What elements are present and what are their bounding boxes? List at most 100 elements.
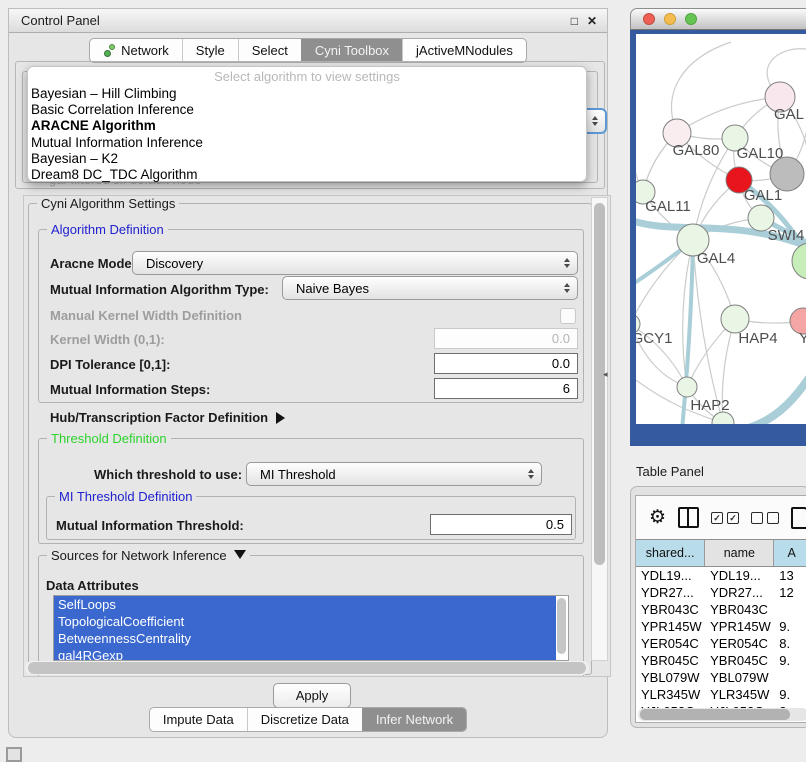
kernel-width-field[interactable]: 0.0 — [434, 328, 578, 349]
scrollbar-thumb[interactable] — [640, 709, 790, 720]
attribute-item[interactable]: SelfLoops — [54, 596, 556, 613]
close-icon[interactable]: ✕ — [587, 14, 597, 28]
table-row[interactable]: YBL079WYBL079W — [636, 669, 806, 686]
which-threshold-label: Which threshold to use: — [94, 467, 242, 482]
table-toolbar: ⚙ ✓✓ — [636, 496, 806, 539]
network-canvas[interactable]: GALGAL80GAL10GAL1GAL11SWI4GAL4GCY1HAP4YH… — [636, 34, 806, 424]
tab-jactivemnodules[interactable]: jActiveMNodules — [402, 39, 526, 62]
network-window-frame: GALGAL80GAL10GAL1GAL11SWI4GAL4GCY1HAP4YH… — [630, 30, 806, 446]
zoom-traffic-light[interactable] — [685, 13, 697, 25]
table-row[interactable]: YBR045CYBR045C9. — [636, 652, 806, 669]
minimize-traffic-light[interactable] — [664, 13, 676, 25]
dropdown-item[interactable]: ARACNE Algorithm — [28, 118, 586, 134]
dpi-tolerance-field[interactable]: 0.0 — [434, 353, 578, 374]
mi-steps-field[interactable]: 6 — [434, 378, 578, 399]
table-cell: 13 — [774, 567, 806, 584]
mi-threshold-title: MI Threshold Definition — [55, 489, 196, 504]
table-cell: YBL079W — [636, 669, 705, 686]
sources-title[interactable]: Sources for Network Inference — [47, 548, 250, 563]
tab-network[interactable]: Network — [90, 39, 182, 62]
aracne-mode-combo[interactable]: Discovery — [132, 251, 578, 275]
cyni-settings-title: Cyni Algorithm Settings — [37, 196, 179, 211]
scrollbar-thumb[interactable] — [28, 662, 586, 674]
table-cell: 8. — [774, 635, 806, 652]
tab-cyni-toolbox[interactable]: Cyni Toolbox — [301, 39, 402, 62]
mi-type-label: Mutual Information Algorithm Type: — [50, 282, 269, 297]
table-row[interactable]: YDR27...YDR27...12 — [636, 584, 806, 601]
table-cell: 9. — [774, 686, 806, 703]
apply-button[interactable]: Apply — [273, 683, 351, 708]
table-cell: YBR045C — [705, 652, 774, 669]
manual-kernel-checkbox[interactable] — [560, 308, 576, 324]
table-cell — [774, 601, 806, 618]
column-header[interactable]: A — [774, 540, 806, 566]
mi-type-combo[interactable]: Naive Bayes — [282, 276, 578, 300]
algorithm-dropdown: Select algorithm to view settings Bayesi… — [27, 66, 587, 182]
node-unnamed[interactable] — [792, 243, 806, 279]
tab-infer-network[interactable]: Infer Network — [362, 708, 466, 731]
table-row[interactable]: YER054CYER054C8. — [636, 635, 806, 652]
table-cell: YPR145W — [705, 618, 774, 635]
node-HAP4[interactable] — [721, 305, 749, 333]
which-threshold-combo[interactable]: MI Threshold — [246, 462, 542, 486]
table-panel: ⚙ ✓✓ shared...nameA YDL19...YDL19...13YD… — [630, 486, 806, 728]
table-cell: 12 — [774, 584, 806, 601]
tab-discretize-data[interactable]: Discretize Data — [247, 708, 362, 731]
float-icon[interactable]: □ — [571, 14, 578, 28]
bottom-tabs: Impute DataDiscretize Data Infer Network — [149, 707, 467, 732]
select-all-columns-icon[interactable]: ✓✓ — [711, 512, 739, 524]
table-row[interactable]: YPR145WYPR145W9. — [636, 618, 806, 635]
table-row[interactable]: YBR043CYBR043C — [636, 601, 806, 618]
tab-style[interactable]: Style — [182, 39, 238, 62]
split-pane-arrow-icon[interactable]: ◂ — [603, 369, 608, 380]
deselect-all-columns-icon[interactable] — [751, 512, 779, 524]
dropdown-item[interactable]: Bayesian – K2 — [28, 151, 586, 167]
node-HAP2[interactable] — [677, 377, 697, 397]
dropdown-item[interactable]: Mutual Information Inference — [28, 135, 586, 151]
table-row[interactable]: YLR345WYLR345W9. — [636, 686, 806, 703]
app-screen: Control Panel □ ✕ NetworkStyleSelectCyni… — [0, 0, 806, 762]
network-window-titlebar[interactable] — [630, 8, 806, 30]
settings-horizontal-scrollbar[interactable] — [25, 661, 589, 675]
algorithm-dropdown-list: Bayesian – Hill ClimbingBasic Correlatio… — [28, 86, 586, 183]
threshold-definition-title: Threshold Definition — [47, 431, 171, 446]
dropdown-item[interactable]: Basic Correlation Inference — [28, 102, 586, 118]
gear-icon[interactable]: ⚙ — [649, 508, 666, 527]
which-threshold-value: MI Threshold — [260, 467, 336, 482]
tab-select[interactable]: Select — [238, 39, 301, 62]
node-label: GAL80 — [673, 142, 720, 159]
table-cell: YDR27... — [636, 584, 705, 601]
column-header[interactable]: name — [705, 540, 774, 566]
table-horizontal-scrollbar[interactable] — [638, 708, 806, 721]
graph-edge — [732, 370, 806, 424]
dropdown-item[interactable]: Dream8 DC_TDC Algorithm — [28, 167, 586, 183]
node-label: GCY1 — [636, 330, 672, 347]
network-graph[interactable]: GALGAL80GAL10GAL1GAL11SWI4GAL4GCY1HAP4YH… — [636, 34, 806, 424]
tab-impute-data[interactable]: Impute Data — [150, 708, 247, 731]
settings-vertical-scrollbar[interactable] — [591, 197, 608, 661]
mi-threshold-label: Mutual Information Threshold: — [56, 518, 244, 533]
minimized-panel-icon[interactable] — [6, 747, 22, 762]
attr-list-scrollbar[interactable] — [557, 598, 566, 654]
table-cell: YBR043C — [636, 601, 705, 618]
close-traffic-light[interactable] — [643, 13, 655, 25]
columns-icon[interactable] — [678, 507, 699, 528]
graph-edge — [693, 240, 723, 423]
scrollbar-thumb[interactable] — [594, 203, 605, 565]
manual-kernel-label: Manual Kernel Width Definition — [50, 308, 242, 323]
node-unnamed[interactable] — [770, 157, 804, 191]
kernel-width-label: Kernel Width (0,1): — [50, 332, 165, 347]
hub-definition-toggle[interactable]: Hub/Transcription Factor Definition — [50, 410, 285, 425]
column-header[interactable]: shared... — [636, 540, 705, 566]
attribute-item[interactable]: TopologicalCoefficient — [54, 613, 556, 630]
export-table-icon[interactable] — [791, 507, 806, 529]
tab-label: Infer Network — [376, 712, 453, 727]
control-panel-title: Control Panel — [21, 13, 100, 28]
expanded-arrow-icon — [234, 550, 246, 559]
dropdown-item[interactable]: Bayesian – Hill Climbing — [28, 86, 586, 102]
data-attributes-list[interactable]: SelfLoopsTopologicalCoefficientBetweenne… — [53, 595, 569, 661]
table-row[interactable]: YDL19...YDL19...13 — [636, 567, 806, 584]
attribute-item[interactable]: BetweennessCentrality — [54, 630, 556, 647]
mi-threshold-field[interactable]: 0.5 — [430, 514, 572, 535]
attribute-item[interactable]: gal4RGexp — [54, 647, 556, 661]
